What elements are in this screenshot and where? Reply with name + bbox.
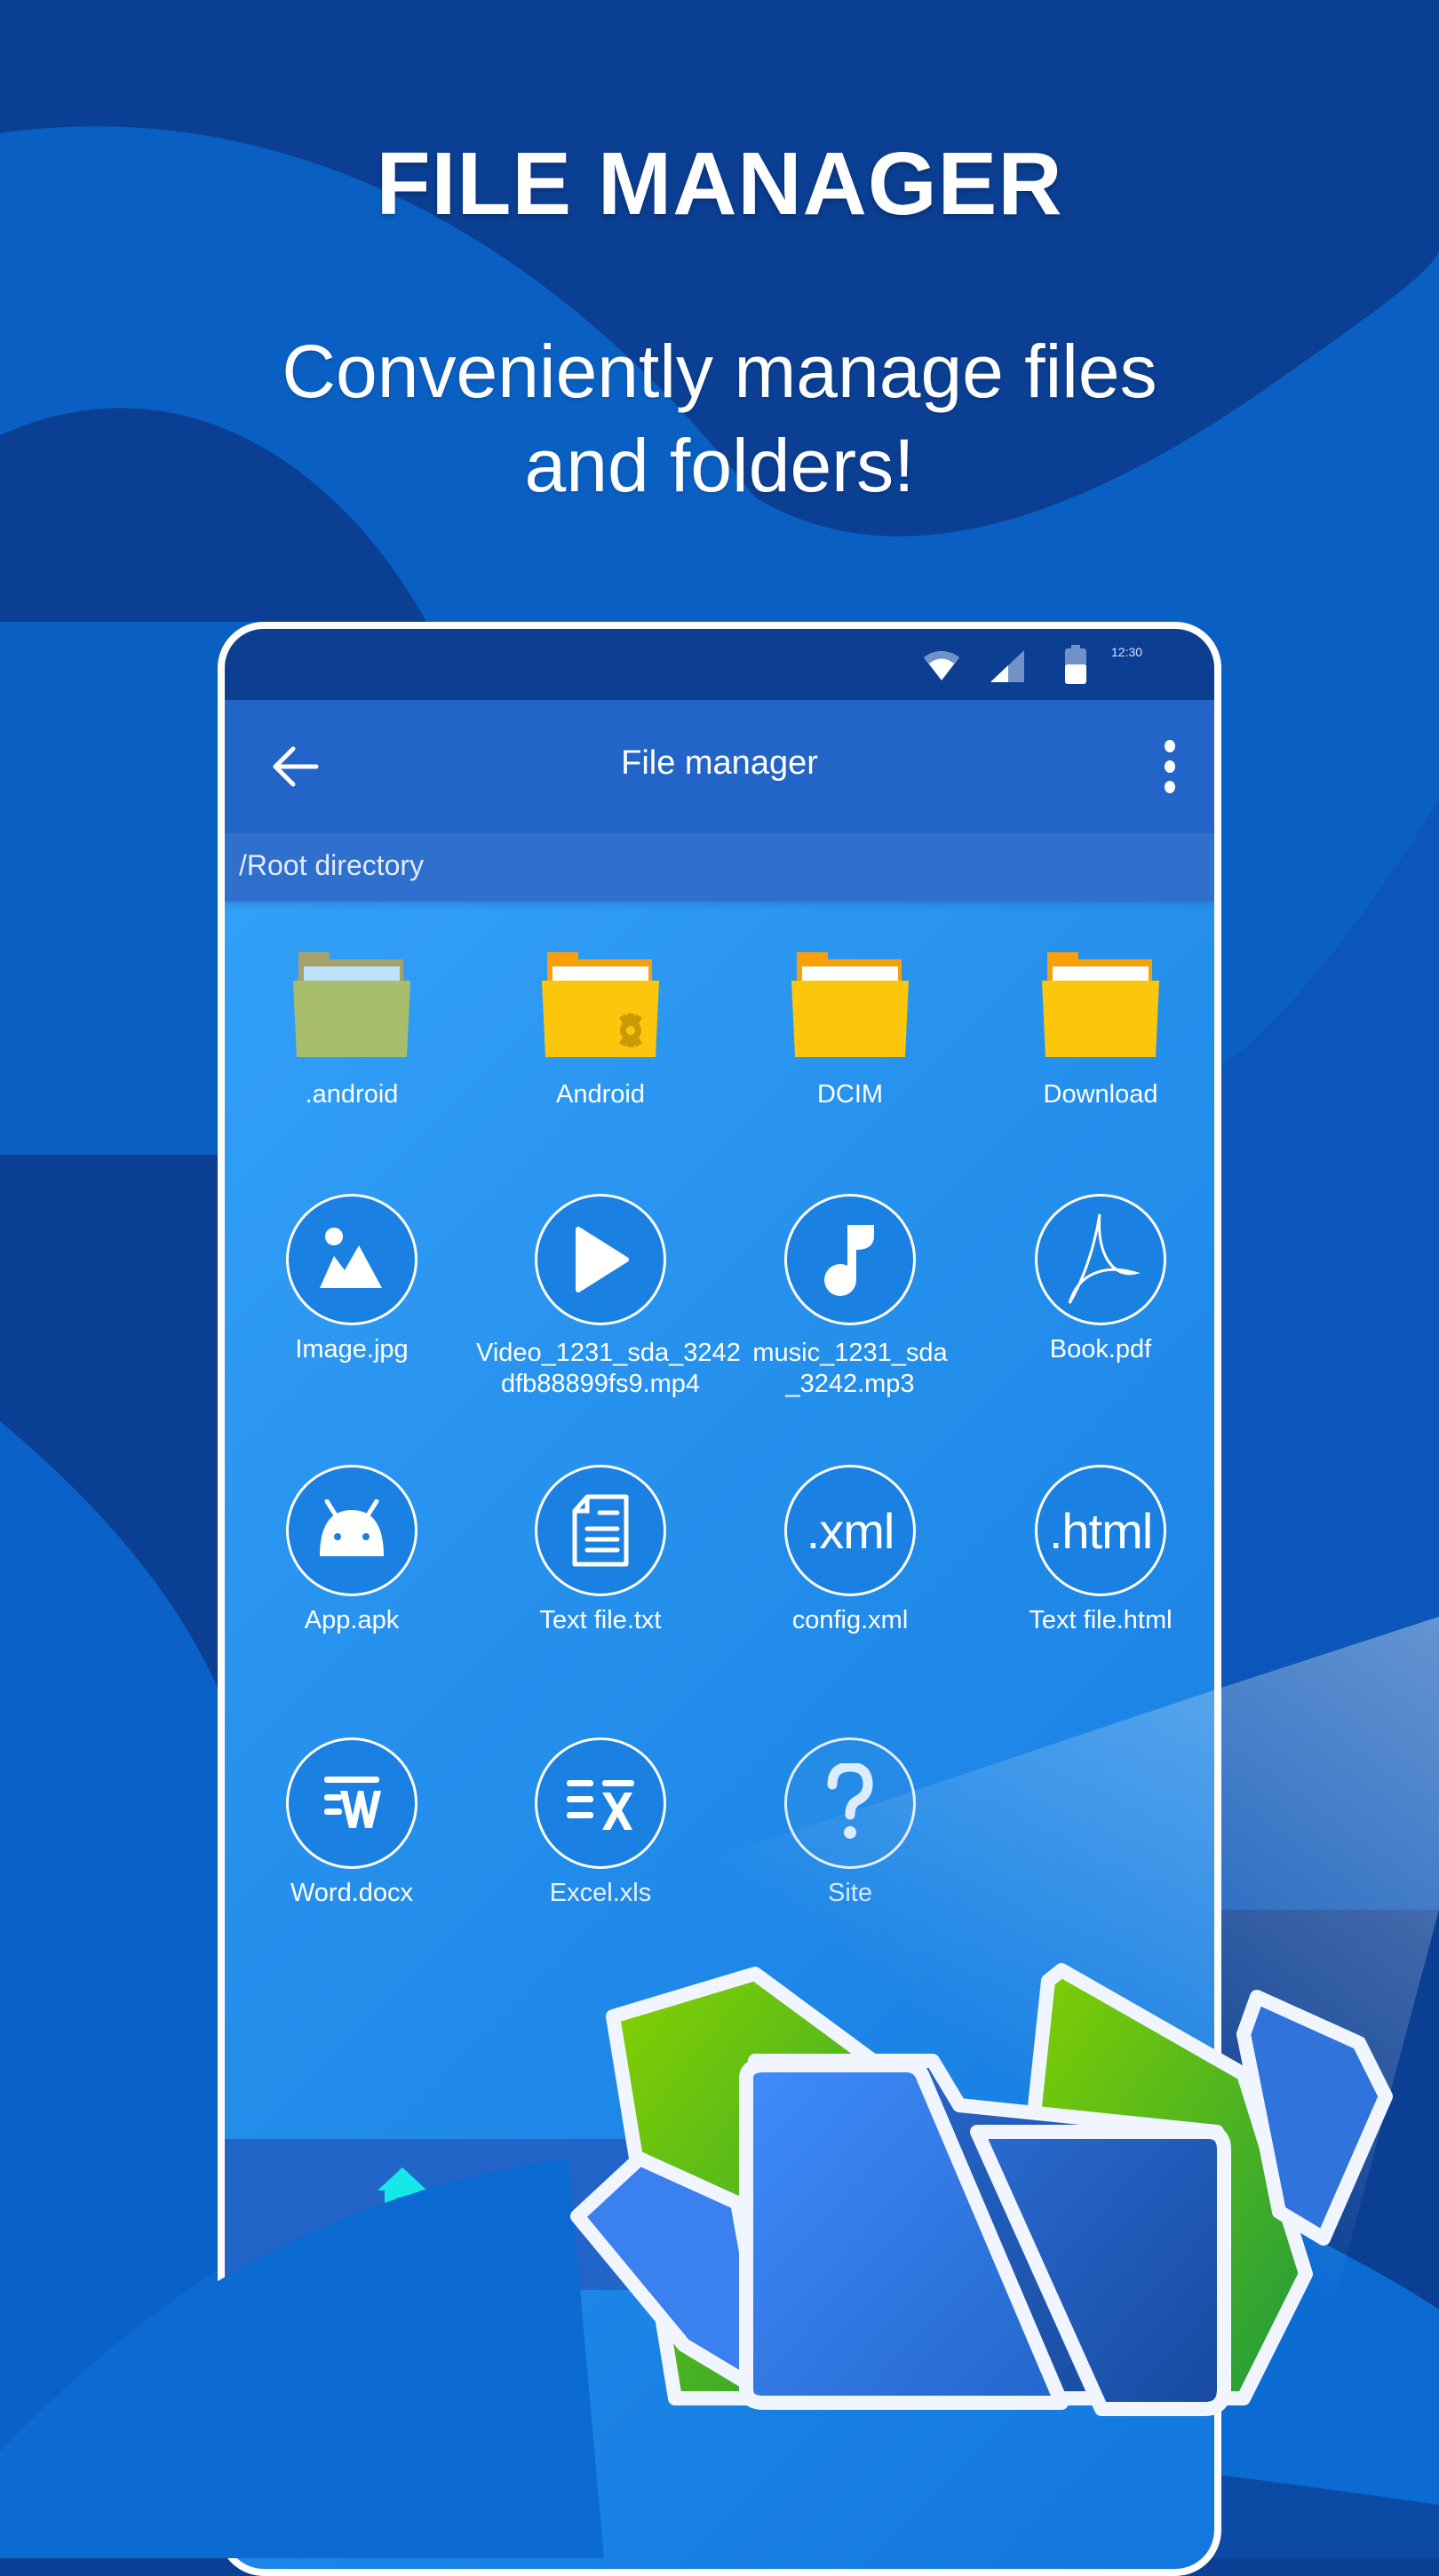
excel-icon [567, 1780, 634, 1830]
app-bar: File manager [225, 700, 1214, 833]
folder-item-android[interactable]: Android [476, 949, 725, 1110]
app-title: File manager [621, 744, 818, 782]
file-item-html[interactable]: .html Text file.html [976, 1465, 1214, 1636]
folder-icon [1042, 952, 1159, 1057]
file-icon-circle [784, 1737, 916, 1869]
item-label: Book.pdf [1049, 1335, 1152, 1364]
html-icon: .html [1048, 1502, 1153, 1559]
folder-item-dcim[interactable]: DCIM [726, 949, 974, 1110]
status-time: 12:30 [1111, 645, 1143, 659]
item-label: Excel.xls [549, 1879, 652, 1907]
wifi-icon [924, 651, 959, 680]
item-label: music_1231_sda [752, 1339, 948, 1367]
item-label: App.apk [304, 1606, 400, 1634]
item-label: Text file.html [1029, 1606, 1173, 1634]
music-note-icon [824, 1225, 874, 1296]
file-icon-circle [535, 1194, 666, 1325]
file-icon-circle [535, 1737, 666, 1869]
signal-icon [990, 650, 1024, 682]
file-item-image[interactable]: Image.jpg [227, 1194, 476, 1365]
image-icon [320, 1228, 382, 1288]
item-label-line2: _3242.mp3 [785, 1370, 915, 1398]
file-item-excel[interactable]: Excel.xls [476, 1737, 725, 1909]
item-label: Word.docx [290, 1879, 414, 1907]
item-label: Site [828, 1879, 872, 1907]
file-icon-circle [286, 1465, 417, 1596]
file-icon-circle [286, 1194, 417, 1325]
home-icon [378, 2167, 427, 2212]
battery-icon [1065, 645, 1086, 684]
more-options-button[interactable] [1152, 735, 1188, 798]
phone-frame: 12:30 File manager /Root directory .andr… [218, 622, 1221, 2576]
file-item-xml[interactable]: .xml config.xml [726, 1465, 974, 1636]
item-label: Text file.txt [539, 1606, 662, 1634]
folder-item-dot-android[interactable]: .android [227, 949, 476, 1110]
file-icon-circle: .html [1035, 1465, 1166, 1596]
breadcrumb[interactable]: /Root directory [225, 833, 1214, 902]
android-icon [320, 1499, 384, 1556]
item-label: DCIM [816, 1080, 884, 1109]
item-label: Image.jpg [295, 1335, 409, 1364]
play-icon [576, 1227, 629, 1292]
question-icon [827, 1763, 873, 1839]
item-label-line2: dfb88899fs9.mp4 [500, 1370, 701, 1398]
file-item-apk[interactable]: App.apk [227, 1465, 476, 1636]
file-item-pdf[interactable]: Book.pdf [976, 1194, 1214, 1365]
file-icon-circle [1035, 1194, 1166, 1325]
item-label: Android [556, 1080, 645, 1109]
file-icon-circle [286, 1737, 417, 1869]
file-item-site[interactable]: Site [726, 1737, 974, 1909]
file-item-word[interactable]: Word.docx [227, 1737, 476, 1909]
nav-tab-home-label: Hom [377, 2222, 428, 2248]
promo-subtitle: Conveniently manage files and folders! [0, 324, 1439, 513]
system-folder-icon [542, 952, 659, 1057]
item-label: config.xml [791, 1606, 909, 1634]
item-label: Download [1043, 1080, 1158, 1109]
xml-icon: .xml [806, 1502, 895, 1559]
file-item-video[interactable]: Video_1231_sda_3242 dfb88899fs9.mp4 [476, 1194, 741, 1400]
folder-item-download[interactable]: Download [976, 949, 1214, 1110]
document-icon [572, 1494, 629, 1567]
bottom-navigation: Hom [225, 2139, 1214, 2290]
hidden-folder-icon [293, 952, 410, 1057]
file-item-music[interactable]: music_1231_sda _3242.mp3 [726, 1194, 974, 1400]
folder-icon [791, 952, 909, 1057]
promo-subtitle-line1: Conveniently manage files [282, 330, 1157, 413]
status-bar: 12:30 [225, 629, 1214, 700]
more-vertical-icon [1165, 740, 1175, 793]
item-label: .android [305, 1080, 399, 1109]
promo-subtitle-line2: and folders! [524, 424, 915, 507]
promo-title: FILE MANAGER [376, 134, 1063, 234]
file-icon-circle [535, 1465, 666, 1596]
file-item-txt[interactable]: Text file.txt [476, 1465, 725, 1636]
file-icon-circle [784, 1194, 916, 1325]
word-icon [324, 1777, 381, 1828]
pdf-icon [1068, 1213, 1141, 1304]
item-label: Video_1231_sda_3242 [476, 1339, 741, 1367]
nav-tab-home[interactable]: Hom [358, 2166, 447, 2249]
breadcrumb-path: /Root directory [239, 849, 425, 881]
file-icon-circle: .xml [784, 1465, 916, 1596]
gear-icon [619, 1014, 642, 1047]
